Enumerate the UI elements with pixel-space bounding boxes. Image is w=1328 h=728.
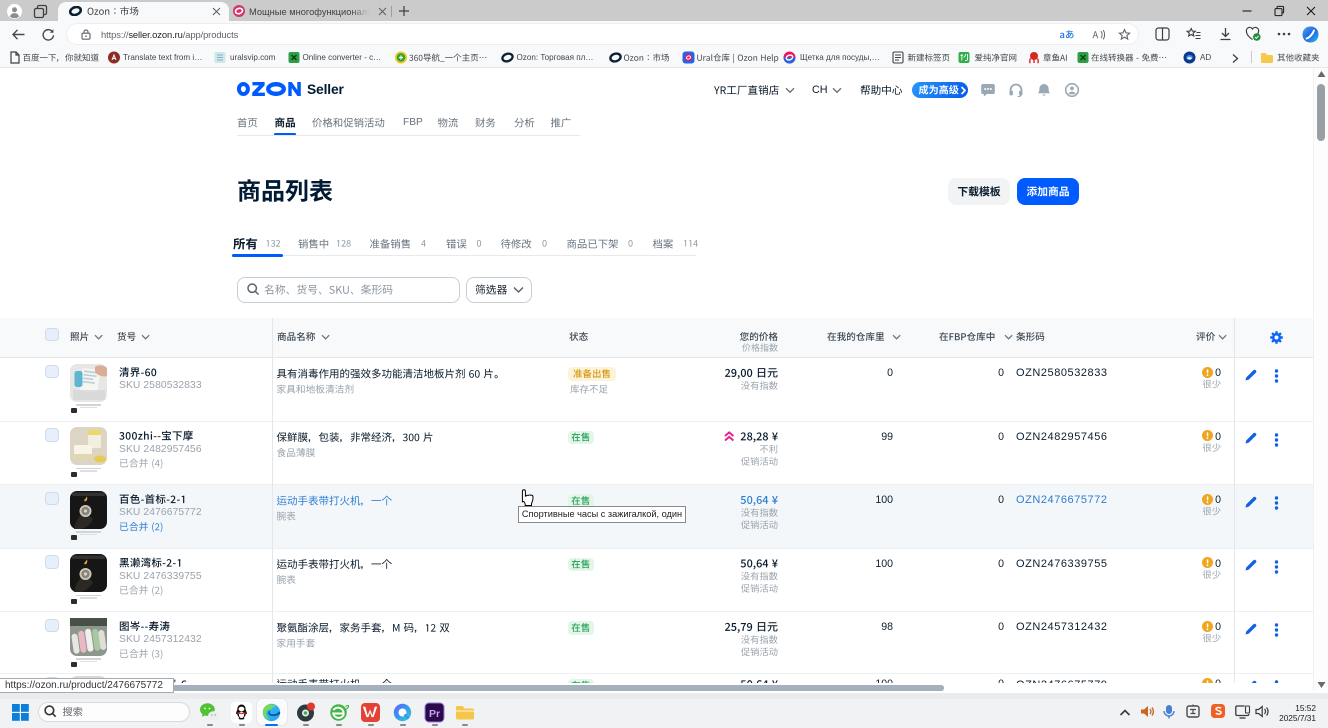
svg-text:Pr: Pr xyxy=(429,708,440,720)
